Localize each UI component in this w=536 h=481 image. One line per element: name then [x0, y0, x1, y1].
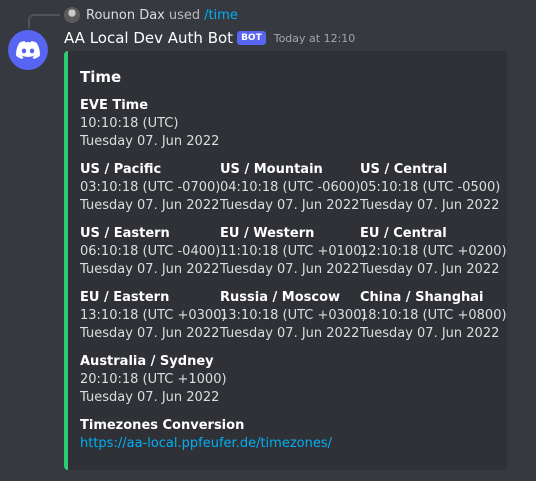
- field-value: 20:10:18 (UTC +1000) Tuesday 07. Jun 202…: [80, 371, 227, 407]
- field-name: EU / Western: [220, 226, 315, 241]
- field-us-eastern: US / Eastern 06:10:18 (UTC -0400) Tuesda…: [80, 225, 220, 279]
- field-name: EVE Time: [80, 98, 149, 113]
- reply-username[interactable]: Rounon Dax: [86, 8, 165, 23]
- field-date: Tuesday 07. Jun 2022: [220, 262, 360, 277]
- field-name: US / Central: [360, 162, 448, 177]
- field-time: 03:10:18 (UTC -0700): [80, 180, 221, 195]
- field-name: China / Shanghai: [360, 290, 484, 305]
- embed-title: Time: [80, 68, 122, 86]
- field-china-shanghai: China / Shanghai 18:10:18 (UTC +0800) Tu…: [360, 289, 507, 343]
- field-date: Tuesday 07. Jun 2022: [360, 326, 500, 341]
- field-name: US / Eastern: [80, 226, 170, 241]
- field-time: 13:10:18 (UTC +0300): [220, 308, 367, 323]
- field-value: 13:10:18 (UTC +0300) Tuesday 07. Jun 202…: [80, 307, 227, 343]
- field-time: 10:10:18 (UTC): [80, 116, 179, 131]
- field-us-mountain: US / Mountain 04:10:18 (UTC -0600) Tuesd…: [220, 161, 360, 215]
- field-date: Tuesday 07. Jun 2022: [80, 198, 220, 213]
- discord-logo-icon: [16, 41, 40, 59]
- field-eve-time: EVE Time 10:10:18 (UTC) Tuesday 07. Jun …: [80, 97, 220, 151]
- bot-badge: BOT: [237, 31, 266, 45]
- chat-message: Rounon Dax used /time AA Local Dev Auth …: [0, 0, 536, 481]
- field-name: Timezones Conversion: [80, 418, 245, 433]
- field-date: Tuesday 07. Jun 2022: [80, 134, 220, 149]
- field-value: 03:10:18 (UTC -0700) Tuesday 07. Jun 202…: [80, 179, 220, 215]
- author-name[interactable]: AA Local Dev Auth Bot: [64, 29, 233, 47]
- field-name: Australia / Sydney: [80, 354, 214, 369]
- field-date: Tuesday 07. Jun 2022: [220, 198, 360, 213]
- field-date: Tuesday 07. Jun 2022: [80, 326, 220, 341]
- message-header: AA Local Dev Auth Bot BOT Today at 12:10: [64, 28, 355, 48]
- field-value: 10:10:18 (UTC) Tuesday 07. Jun 2022: [80, 115, 220, 151]
- field-time: 06:10:18 (UTC -0400): [80, 244, 221, 259]
- field-eu-eastern: EU / Eastern 13:10:18 (UTC +0300) Tuesda…: [80, 289, 227, 343]
- field-name: EU / Eastern: [80, 290, 170, 305]
- reply-spine: [28, 14, 60, 28]
- command-reply-line[interactable]: Rounon Dax used /time: [64, 6, 238, 24]
- field-date: Tuesday 07. Jun 2022: [360, 262, 500, 277]
- field-value: 12:10:18 (UTC +0200) Tuesday 07. Jun 202…: [360, 243, 507, 279]
- field-value: 04:10:18 (UTC -0600) Tuesday 07. Jun 202…: [220, 179, 360, 215]
- field-time: 18:10:18 (UTC +0800): [360, 308, 507, 323]
- bot-avatar[interactable]: [8, 30, 48, 70]
- field-date: Tuesday 07. Jun 2022: [80, 390, 220, 405]
- field-value: https://aa-local.ppfeufer.de/timezones/: [80, 435, 480, 453]
- field-value: 05:10:18 (UTC -0500) Tuesday 07. Jun 202…: [360, 179, 500, 215]
- field-name: US / Pacific: [80, 162, 162, 177]
- field-value: 18:10:18 (UTC +0800) Tuesday 07. Jun 202…: [360, 307, 507, 343]
- reply-command[interactable]: /time: [204, 8, 238, 23]
- field-value: 13:10:18 (UTC +0300) Tuesday 07. Jun 202…: [220, 307, 367, 343]
- reply-used-text: used: [168, 7, 201, 23]
- field-name: EU / Central: [360, 226, 447, 241]
- field-russia-moscow: Russia / Moscow 13:10:18 (UTC +0300) Tue…: [220, 289, 367, 343]
- field-value: 06:10:18 (UTC -0400) Tuesday 07. Jun 202…: [80, 243, 220, 279]
- field-date: Tuesday 07. Jun 2022: [80, 262, 220, 277]
- field-name: US / Mountain: [220, 162, 323, 177]
- field-eu-western: EU / Western 11:10:18 (UTC +0100) Tuesda…: [220, 225, 367, 279]
- field-us-central: US / Central 05:10:18 (UTC -0500) Tuesda…: [360, 161, 500, 215]
- field-us-pacific: US / Pacific 03:10:18 (UTC -0700) Tuesda…: [80, 161, 220, 215]
- field-time: 12:10:18 (UTC +0200): [360, 244, 507, 259]
- field-timezones-conversion: Timezones Conversion https://aa-local.pp…: [80, 417, 480, 453]
- embed-card: Time EVE Time 10:10:18 (UTC) Tuesday 07.…: [64, 51, 507, 470]
- user-avatar-icon[interactable]: [64, 7, 80, 23]
- field-time: 20:10:18 (UTC +1000): [80, 372, 227, 387]
- field-eu-central: EU / Central 12:10:18 (UTC +0200) Tuesda…: [360, 225, 507, 279]
- field-time: 11:10:18 (UTC +0100): [220, 244, 367, 259]
- field-time: 05:10:18 (UTC -0500): [360, 180, 501, 195]
- field-time: 13:10:18 (UTC +0300): [80, 308, 227, 323]
- field-date: Tuesday 07. Jun 2022: [360, 198, 500, 213]
- message-timestamp[interactable]: Today at 12:10: [274, 32, 356, 45]
- field-value: 11:10:18 (UTC +0100) Tuesday 07. Jun 202…: [220, 243, 367, 279]
- field-time: 04:10:18 (UTC -0600): [220, 180, 361, 195]
- field-australia-sydney: Australia / Sydney 20:10:18 (UTC +1000) …: [80, 353, 227, 407]
- field-name: Russia / Moscow: [220, 290, 341, 305]
- field-date: Tuesday 07. Jun 2022: [220, 326, 360, 341]
- timezones-link[interactable]: https://aa-local.ppfeufer.de/timezones/: [80, 435, 480, 453]
